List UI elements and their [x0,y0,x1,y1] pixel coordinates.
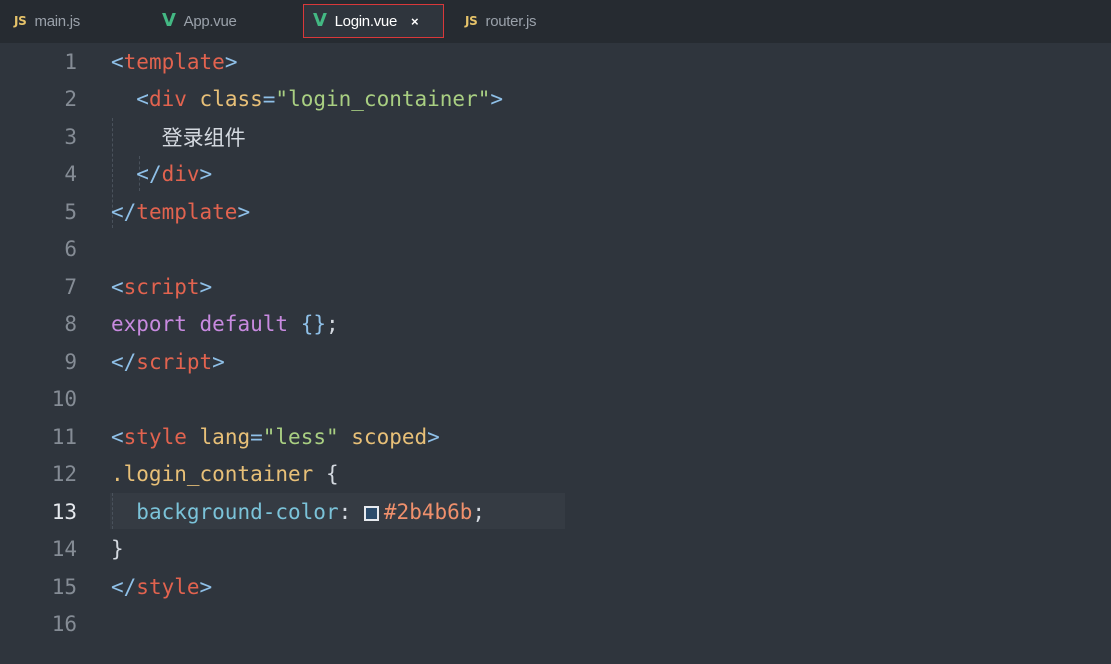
tab-label: router.js [485,12,537,30]
tab-main-js[interactable]: JS main.js [14,4,80,38]
line-content: .login_container { [111,462,339,487]
js-file-icon: JS [465,14,478,28]
line-content: } [111,537,124,562]
code-line: 6 [0,231,1111,269]
line-content: <template> [111,49,238,74]
code-line: 1 <template> [0,43,1111,81]
code-line: 10 [0,381,1111,419]
tab-app-vue[interactable]: V App.vue [162,4,237,38]
code-line: 12 .login_container { [0,456,1111,494]
line-content: <script> [111,274,213,299]
line-number: 14 [51,537,77,562]
line-content: <style lang="less" scoped> [111,424,440,449]
line-number: 1 [64,49,77,74]
line-number: 2 [64,87,77,112]
line-number: 10 [51,387,77,412]
line-content: </template> [111,199,251,224]
line-content: export default {}; [111,312,339,337]
line-number: 15 [51,574,77,599]
code-line: 2 <div class="login_container"> [0,81,1111,119]
line-number: 13 [51,499,77,524]
code-line: 15 </style> [0,568,1111,606]
line-number: 16 [51,612,77,637]
code-line: 9 </script> [0,343,1111,381]
line-number: 5 [64,199,77,224]
line-number: 7 [64,274,77,299]
line-content: background-color: #2b4b6b; [136,499,486,524]
code-line: 5 </template> [0,193,1111,231]
line-number: 12 [51,462,77,487]
code-line: 14 } [0,531,1111,569]
code-line-current: 13 background-color: #2b4b6b; [0,493,1111,531]
code-line: 16 [0,606,1111,644]
tab-label: App.vue [183,12,237,30]
close-icon[interactable]: × [411,14,419,29]
tab-label: Login.vue [334,12,398,30]
line-content: </script> [111,349,225,374]
vue-file-icon: V [313,10,327,31]
line-number: 6 [64,237,77,262]
code-line: 7 <script> [0,268,1111,306]
line-content: </style> [111,574,213,599]
line-content: <div class="login_container"> [136,87,504,112]
line-number: 11 [51,424,77,449]
tab-label: main.js [34,12,81,30]
tab-bar: JS main.js V App.vue V Login.vue × JS ro… [0,0,1111,43]
line-number: 4 [64,162,77,187]
line-content: </div> [136,162,213,187]
line-content: 登录组件 [161,125,246,150]
code-line: 3 登录组件 [0,118,1111,156]
tab-login-vue[interactable]: V Login.vue × [303,4,444,38]
code-editor[interactable]: 1 <template> 2 <div class="login_contain… [0,43,1111,664]
line-number: 8 [64,312,77,337]
tab-router-js[interactable]: JS router.js [465,4,536,38]
color-swatch-icon[interactable] [363,505,379,521]
code-line: 4 </div> [0,156,1111,194]
code-line: 8 export default {}; [0,306,1111,344]
line-number: 3 [64,124,77,149]
vue-file-icon: V [162,10,176,31]
js-file-icon: JS [14,14,27,28]
line-number: 9 [64,349,77,374]
code-line: 11 <style lang="less" scoped> [0,418,1111,456]
